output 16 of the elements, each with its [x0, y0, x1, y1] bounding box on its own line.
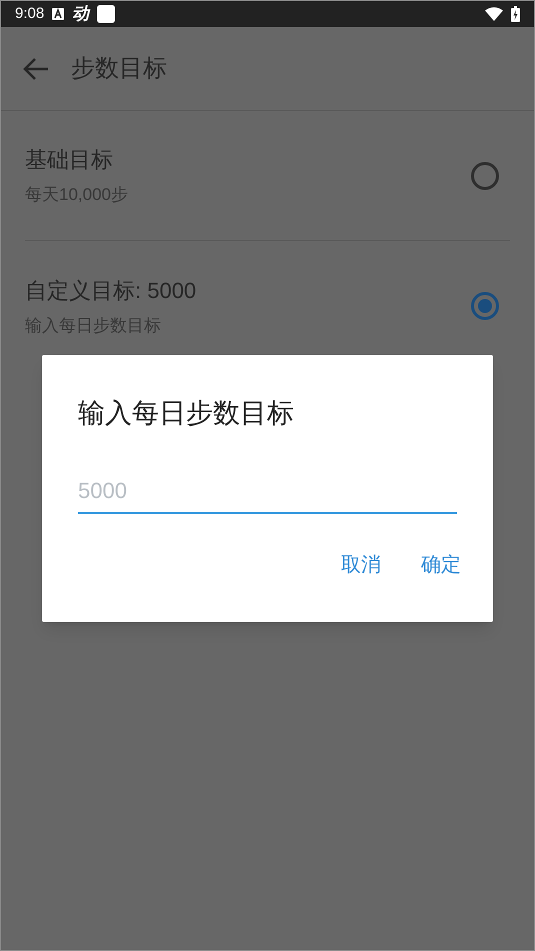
step-goal-field[interactable]: 5000 — [78, 470, 457, 514]
option-title: 自定义目标: 5000 — [25, 276, 198, 305]
clock: 9:08 — [15, 4, 44, 24]
radio-button[interactable] — [470, 160, 500, 190]
page-title: 步数目标 — [71, 54, 167, 84]
dialog-button[interactable]: 取消 — [331, 544, 391, 586]
square-icon — [97, 5, 116, 23]
dialog-title: 输入每日步数目标 — [78, 397, 295, 430]
battery-icon — [511, 6, 520, 22]
dialog-button[interactable]: 确定 — [411, 544, 471, 586]
option-title: 基础目标 — [25, 146, 114, 174]
notification-glyph: 动 — [72, 3, 90, 26]
wifi-icon — [485, 7, 503, 21]
letter-a-icon — [52, 8, 64, 20]
back-arrow-icon[interactable] — [23, 56, 49, 80]
radio-button[interactable] — [470, 291, 500, 321]
